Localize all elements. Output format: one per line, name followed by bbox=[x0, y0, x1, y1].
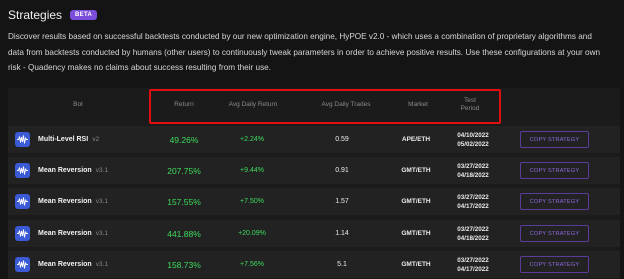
bot-name[interactable]: Mean Reversion bbox=[38, 261, 92, 268]
test-period-end: 04/17/2022 bbox=[457, 265, 489, 273]
test-period-value: 03/27/2022 04/17/2022 bbox=[452, 188, 494, 215]
bot-cell: Multi-Level RSI v2 bbox=[38, 126, 99, 153]
description-line: Discover results based on successful bac… bbox=[8, 32, 592, 41]
bot-version: v3.1 bbox=[95, 230, 108, 237]
beta-badge: BETA bbox=[70, 10, 98, 20]
test-period-start: 03/27/2022 bbox=[457, 256, 489, 264]
waveform-icon bbox=[15, 132, 30, 147]
table-row[interactable]: Mean Reversion v3.1 157.55% +7.50% 1.57 … bbox=[8, 188, 620, 215]
bot-cell: Mean Reversion v3.1 bbox=[38, 220, 108, 247]
bot-cell: Mean Reversion v3.1 bbox=[38, 188, 108, 215]
avg-daily-trades-value: 0.91 bbox=[335, 167, 349, 174]
market-value: GMT/ETH bbox=[401, 167, 431, 174]
avg-daily-trades-value: 5.1 bbox=[337, 261, 347, 268]
avg-daily-return-value: +7.50% bbox=[240, 198, 264, 205]
avg-daily-trades-value: 0.59 bbox=[335, 136, 349, 143]
test-period-value: 03/27/2022 04/17/2022 bbox=[452, 251, 494, 278]
bot-name[interactable]: Multi-Level RSI bbox=[38, 136, 88, 143]
test-period-value: 03/27/2022 04/18/2022 bbox=[452, 220, 494, 247]
strategies-table: Bot Return Avg Daily Return Avg Daily Tr… bbox=[8, 88, 620, 279]
test-period-end: 04/18/2022 bbox=[457, 171, 489, 179]
description-line: data from backtests conducted by humans … bbox=[8, 47, 601, 57]
copy-strategy-button[interactable]: COPY STRATEGY bbox=[520, 162, 589, 179]
test-period-start: 03/27/2022 bbox=[457, 193, 489, 201]
waveform-icon bbox=[15, 163, 30, 178]
market-value: GMT/ETH bbox=[401, 198, 431, 205]
test-period-end: 05/02/2022 bbox=[457, 140, 489, 148]
highlight-box bbox=[149, 89, 501, 124]
avg-daily-return-value: +20.09% bbox=[238, 230, 266, 237]
copy-strategy-button[interactable]: COPY STRATEGY bbox=[520, 131, 589, 148]
copy-strategy-button[interactable]: COPY STRATEGY bbox=[520, 256, 589, 273]
bot-cell: Mean Reversion v3.1 bbox=[38, 251, 108, 278]
test-period-start: 04/10/2022 bbox=[457, 131, 489, 139]
bot-cell: Mean Reversion v3.1 bbox=[38, 157, 108, 184]
return-value: 49.26% bbox=[169, 134, 199, 145]
bot-name[interactable]: Mean Reversion bbox=[38, 230, 92, 237]
bot-name[interactable]: Mean Reversion bbox=[38, 167, 92, 174]
test-period-end: 04/18/2022 bbox=[457, 234, 489, 242]
description-line: risk - Quadency makes no claims about su… bbox=[8, 63, 272, 72]
waveform-icon bbox=[15, 257, 30, 272]
avg-daily-return-value: +2.24% bbox=[240, 136, 264, 143]
column-header-bot: Bot bbox=[73, 101, 83, 108]
table-row[interactable]: Mean Reversion v3.1 207.75% +9.44% 0.91 … bbox=[8, 157, 620, 184]
test-period-start: 03/27/2022 bbox=[457, 225, 489, 233]
bot-name[interactable]: Mean Reversion bbox=[38, 198, 92, 205]
return-value: 157.55% bbox=[167, 196, 201, 207]
test-period-value: 03/27/2022 04/18/2022 bbox=[452, 157, 494, 184]
return-value: 158.73% bbox=[167, 259, 201, 270]
bot-version: v3.1 bbox=[95, 198, 108, 205]
market-value: GMT/ETH bbox=[401, 261, 431, 268]
bot-version: v3.1 bbox=[95, 261, 108, 268]
test-period-start: 03/27/2022 bbox=[457, 162, 489, 170]
table-row[interactable]: Mean Reversion v3.1 441.88% +20.09% 1.14… bbox=[8, 220, 620, 247]
market-value: APE/ETH bbox=[401, 136, 431, 143]
table-row[interactable]: Multi-Level RSI v2 49.26% +2.24% 0.59 AP… bbox=[8, 126, 620, 153]
bot-version: v2 bbox=[92, 136, 100, 143]
page-title: Strategies bbox=[8, 8, 63, 22]
test-period-value: 04/10/2022 05/02/2022 bbox=[452, 126, 494, 153]
avg-daily-return-value: +7.56% bbox=[240, 261, 264, 268]
page-header: Strategies BETA bbox=[8, 8, 98, 22]
test-period-end: 04/17/2022 bbox=[457, 202, 489, 210]
avg-daily-trades-value: 1.57 bbox=[335, 198, 349, 205]
copy-strategy-button[interactable]: COPY STRATEGY bbox=[520, 225, 589, 242]
copy-strategy-button[interactable]: COPY STRATEGY bbox=[520, 193, 589, 210]
bot-version: v3.1 bbox=[95, 167, 108, 174]
market-value: GMT/ETH bbox=[401, 230, 431, 237]
table-row[interactable]: Mean Reversion v3.1 158.73% +7.56% 5.1 G… bbox=[8, 251, 620, 278]
return-value: 441.88% bbox=[167, 228, 201, 239]
avg-daily-trades-value: 1.14 bbox=[335, 230, 349, 237]
waveform-icon bbox=[15, 194, 30, 209]
page-description: Discover results based on successful bac… bbox=[8, 29, 620, 76]
return-value: 207.75% bbox=[167, 165, 201, 176]
waveform-icon bbox=[15, 226, 30, 241]
avg-daily-return-value: +9.44% bbox=[240, 167, 264, 174]
